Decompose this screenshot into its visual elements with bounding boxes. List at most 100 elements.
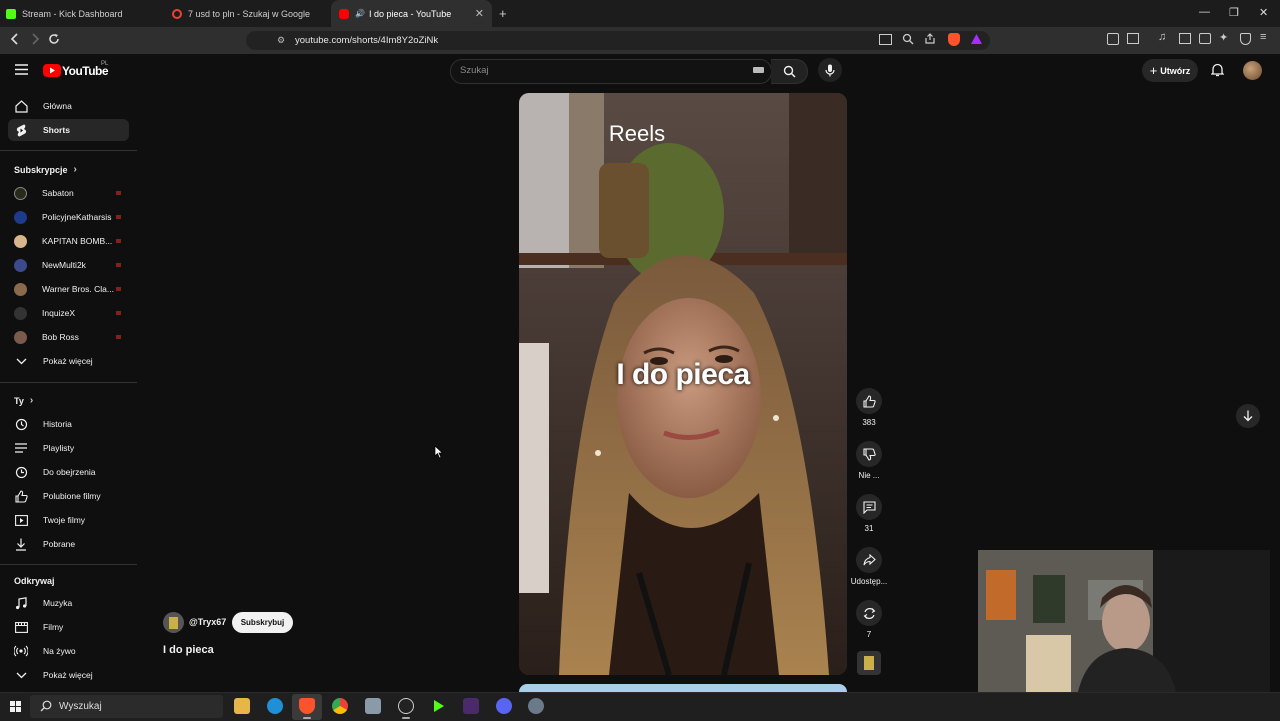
remix-icon[interactable]: [856, 600, 882, 626]
windows-start-icon[interactable]: [10, 701, 21, 712]
playlist-icon: [14, 441, 28, 455]
leo-ai-icon[interactable]: ✦: [1219, 31, 1228, 44]
back-icon[interactable]: [9, 33, 21, 45]
your-videos-icon: [14, 513, 28, 527]
site-settings-icon[interactable]: ⚙: [277, 35, 285, 46]
tab-google-search[interactable]: 7 usd to pln - Szukaj w Google: [172, 0, 327, 27]
extensions-icon[interactable]: [1107, 33, 1119, 45]
keyboard-icon[interactable]: [753, 67, 764, 73]
sidebar-item-home[interactable]: Główna: [8, 95, 129, 117]
file-explorer-icon[interactable]: [234, 698, 250, 714]
edge-icon[interactable]: [267, 698, 283, 714]
share-icon[interactable]: [856, 547, 882, 573]
dislike-icon[interactable]: [856, 441, 882, 467]
tab-youtube-active[interactable]: 🔊 I do pieca - YouTube ✕: [331, 0, 492, 27]
chrome-icon[interactable]: [332, 698, 348, 714]
sidebar-item-subscription[interactable]: Warner Bros. Cla...: [8, 278, 129, 300]
sidebar-show-more-subscriptions[interactable]: Pokaż więcej: [8, 350, 129, 372]
kick-studio-icon[interactable]: [431, 698, 447, 714]
sidebar-item-subscription[interactable]: Bob Ross: [8, 326, 129, 348]
sidebar-item-subscription[interactable]: KAPITAN BOMB...: [8, 230, 129, 252]
crypto-wallet-icon[interactable]: [1199, 33, 1211, 44]
brave-rewards-icon[interactable]: [971, 34, 982, 44]
sidebar-item-label: Do obejrzenia: [43, 467, 96, 477]
sidebar-toggle-icon[interactable]: [1179, 33, 1191, 44]
hamburger-menu-icon[interactable]: [15, 64, 28, 75]
sidebar-item-label: Pobrane: [43, 539, 76, 549]
download-icon: [14, 537, 28, 551]
media-icon[interactable]: ♫: [1158, 31, 1166, 43]
youtube-logo-icon[interactable]: [43, 64, 61, 77]
comments-action[interactable]: 31: [855, 494, 883, 533]
channel-avatar: [14, 282, 27, 296]
url-text[interactable]: youtube.com/shorts/4Im8Y2oZiNk: [295, 35, 438, 46]
subscribe-button[interactable]: Subskrybuj: [232, 612, 293, 633]
arrow-down-icon: [1243, 410, 1253, 422]
vpn-icon[interactable]: [1240, 33, 1251, 45]
forward-icon[interactable]: [29, 33, 41, 45]
create-label: Utwórz: [1160, 65, 1191, 76]
sidebar-item-your-videos[interactable]: Twoje filmy: [8, 509, 129, 531]
subscriptions-heading[interactable]: Subskrypcje ›: [14, 164, 77, 175]
sidebar-divider: [0, 150, 137, 151]
menu-icon[interactable]: ≡: [1260, 31, 1266, 43]
channel-handle[interactable]: @Tryx67: [189, 617, 226, 627]
new-tab-icon[interactable]: +: [499, 6, 507, 21]
sidebar-item-history[interactable]: Historia: [8, 413, 129, 435]
minimize-icon[interactable]: —: [1199, 6, 1210, 18]
channel-name: Warner Bros. Cla...: [42, 284, 114, 294]
obs-icon[interactable]: [398, 698, 414, 714]
channel-avatar[interactable]: [163, 612, 184, 633]
sidebar-item-live[interactable]: Na żywo: [8, 640, 129, 662]
app-icon[interactable]: [463, 698, 479, 714]
search-button[interactable]: [771, 59, 808, 84]
brave-shields-icon[interactable]: [948, 33, 960, 46]
voice-search-button[interactable]: [818, 58, 842, 82]
sidebar-item-subscription[interactable]: PolicyjneKatharsis: [8, 206, 129, 228]
tab-kick-dashboard[interactable]: Stream - Kick Dashboard: [6, 0, 166, 27]
search-input[interactable]: [450, 59, 772, 84]
zoom-icon[interactable]: [902, 33, 914, 45]
like-action[interactable]: 383: [855, 388, 883, 427]
sidebar-item-subscription[interactable]: InquizeX: [8, 302, 129, 324]
close-window-icon[interactable]: ✕: [1259, 6, 1268, 19]
sound-thumbnail[interactable]: [857, 651, 881, 675]
channel-avatar: [14, 210, 27, 224]
shorts-icon: [14, 123, 28, 137]
share-page-icon[interactable]: [924, 33, 936, 45]
comment-icon[interactable]: [856, 494, 882, 520]
wallet-icon[interactable]: [1127, 33, 1139, 44]
app-icon[interactable]: [528, 698, 544, 714]
app-icon[interactable]: [365, 698, 381, 714]
channel-avatar: [14, 330, 27, 344]
sidebar-item-films[interactable]: Filmy: [8, 616, 129, 638]
cast-icon[interactable]: [879, 34, 892, 45]
next-short-button[interactable]: [1236, 404, 1260, 428]
sidebar-item-subscription[interactable]: Sabaton: [8, 182, 129, 204]
sidebar-item-shorts[interactable]: Shorts: [8, 119, 129, 141]
create-button[interactable]: + Utwórz: [1142, 59, 1198, 82]
dislike-action[interactable]: Nie ...: [855, 441, 883, 480]
close-tab-icon[interactable]: ✕: [475, 7, 484, 20]
sidebar-item-music[interactable]: Muzyka: [8, 592, 129, 614]
sidebar-item-playlists[interactable]: Playlisty: [8, 437, 129, 459]
shorts-video-player[interactable]: Reels I do pieca: [519, 93, 847, 675]
sidebar-item-downloads[interactable]: Pobrane: [8, 533, 129, 555]
discord-icon[interactable]: [496, 698, 512, 714]
share-action[interactable]: Udostęp...: [849, 547, 889, 586]
webcam-image: [978, 550, 1270, 692]
sidebar-item-liked-videos[interactable]: Polubione filmy: [8, 485, 129, 507]
restore-icon[interactable]: ❐: [1229, 6, 1239, 19]
sidebar-item-subscription[interactable]: NewMulti2k: [8, 254, 129, 276]
account-avatar[interactable]: [1243, 61, 1262, 80]
remix-action[interactable]: 7: [855, 600, 883, 639]
new-content-indicator: [116, 215, 121, 219]
you-heading[interactable]: Ty ›: [14, 395, 33, 406]
notifications-bell-icon[interactable]: [1211, 63, 1224, 77]
tab-title: 7 usd to pln - Szukaj w Google: [188, 8, 311, 19]
like-icon[interactable]: [856, 388, 882, 414]
brave-icon[interactable]: [299, 698, 315, 714]
sidebar-item-watch-later[interactable]: Do obejrzenia: [8, 461, 129, 483]
sidebar-show-more-explore[interactable]: Pokaż więcej: [8, 664, 129, 686]
reload-icon[interactable]: [48, 33, 60, 45]
